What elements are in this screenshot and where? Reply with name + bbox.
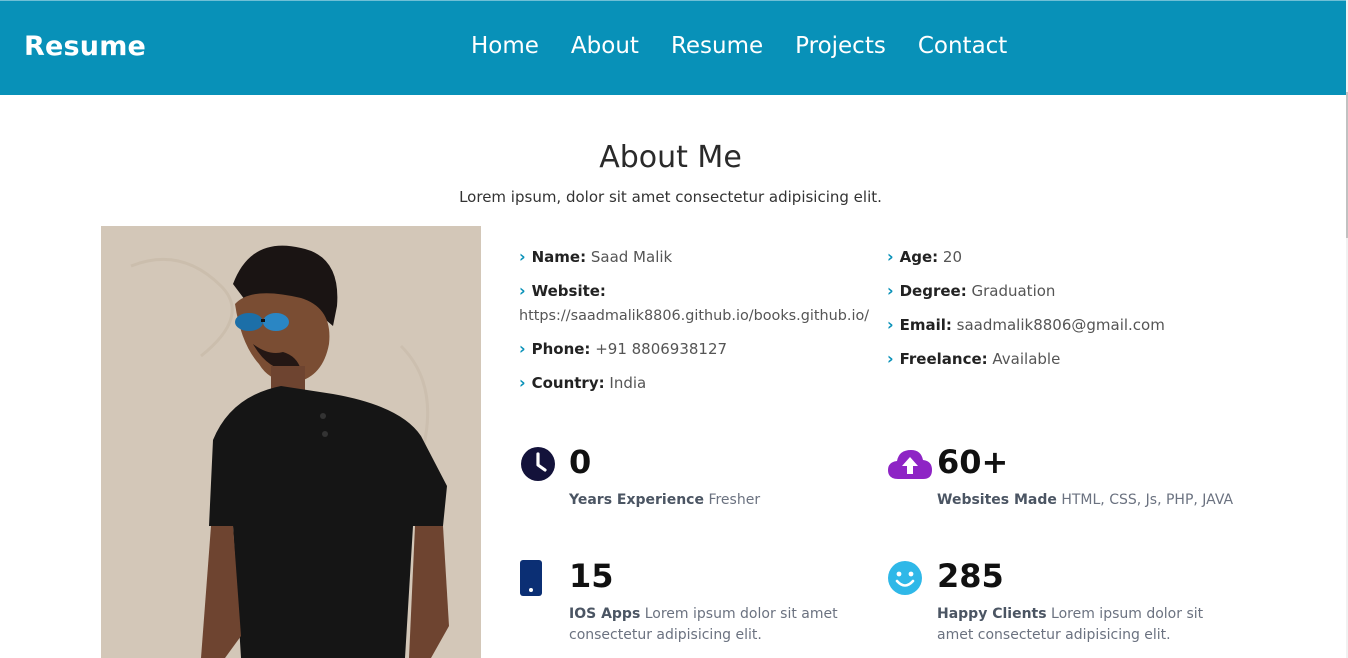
stat-number: 15	[569, 557, 614, 595]
cloud-upload-icon	[888, 450, 932, 479]
stat-label: Websites Made	[937, 492, 1057, 508]
detail-phone: › Phone: +91 8806938127	[519, 337, 879, 361]
stat-label: Happy Clients	[937, 606, 1047, 622]
stat-label: IOS Apps	[569, 606, 641, 622]
chevron-right-icon: ›	[887, 349, 894, 368]
stat-text: Fresher	[708, 492, 761, 508]
main-nav: Home About Resume Projects Contact	[471, 33, 1039, 59]
detail-value: Saad Malik	[590, 248, 673, 266]
top-navbar: Resume Home About Resume Projects Contac…	[0, 0, 1346, 95]
detail-website: › Website: https://saadmalik8806.github.i…	[519, 279, 889, 328]
chevron-right-icon: ›	[519, 373, 526, 392]
detail-value: +91 8806938127	[595, 340, 728, 358]
nav-home[interactable]: Home	[471, 33, 539, 59]
detail-email: › Email: saadmalik8806@gmail.com	[887, 313, 1247, 337]
detail-key: Website:	[531, 282, 606, 300]
chevron-right-icon: ›	[887, 315, 894, 334]
detail-country: › Country: India	[519, 371, 879, 395]
clock-icon	[521, 447, 555, 481]
person-illustration	[101, 226, 481, 658]
brand-logo[interactable]: Resume	[24, 31, 146, 62]
phone-icon	[520, 560, 542, 596]
nav-contact[interactable]: Contact	[918, 33, 1007, 59]
nav-resume[interactable]: Resume	[671, 33, 763, 59]
detail-freelance: › Freelance: Available	[887, 347, 1247, 371]
chevron-right-icon: ›	[519, 281, 526, 300]
chevron-right-icon: ›	[887, 247, 894, 266]
detail-key: Email:	[899, 316, 952, 334]
detail-key: Freelance:	[899, 350, 988, 368]
stat-description: Happy Clients Lorem ipsum dolor sit amet…	[937, 604, 1227, 646]
detail-value: Graduation	[971, 282, 1056, 300]
detail-key: Degree:	[899, 282, 967, 300]
detail-age: › Age: 20	[887, 245, 1247, 269]
smile-icon	[888, 561, 922, 595]
stat-label: Years Experience	[569, 492, 704, 508]
detail-value[interactable]: saadmalik8806@gmail.com	[957, 316, 1165, 334]
nav-projects[interactable]: Projects	[795, 33, 886, 59]
detail-value: Available	[992, 350, 1061, 368]
chevron-right-icon: ›	[519, 247, 526, 266]
section-title: About Me	[599, 140, 742, 175]
chevron-right-icon: ›	[519, 339, 526, 358]
detail-value-website[interactable]: https://saadmalik8806.github.io/books.gi…	[519, 308, 869, 324]
section-subtitle: Lorem ipsum, dolor sit amet consectetur …	[459, 188, 882, 206]
detail-key: Name:	[531, 248, 587, 266]
detail-value: 20	[942, 248, 962, 266]
detail-name: › Name: Saad Malik	[519, 245, 879, 269]
detail-key: Age:	[899, 248, 939, 266]
profile-photo	[101, 226, 481, 658]
detail-key: Country:	[531, 374, 605, 392]
stat-text: HTML, CSS, Js, PHP, JAVA	[1061, 492, 1234, 508]
chevron-right-icon: ›	[887, 281, 894, 300]
stat-number: 0	[569, 443, 592, 481]
detail-key: Phone:	[531, 340, 591, 358]
detail-degree: › Degree: Graduation	[887, 279, 1247, 303]
stat-number: 285	[937, 557, 1004, 595]
detail-value: India	[609, 374, 647, 392]
stat-description: IOS Apps Lorem ipsum dolor sit amet cons…	[569, 604, 849, 646]
stat-number: 60+	[937, 443, 1009, 481]
stat-description: Websites Made HTML, CSS, Js, PHP, JAVA	[937, 490, 1237, 511]
nav-about[interactable]: About	[571, 33, 639, 59]
stat-description: Years Experience Fresher	[569, 490, 849, 511]
